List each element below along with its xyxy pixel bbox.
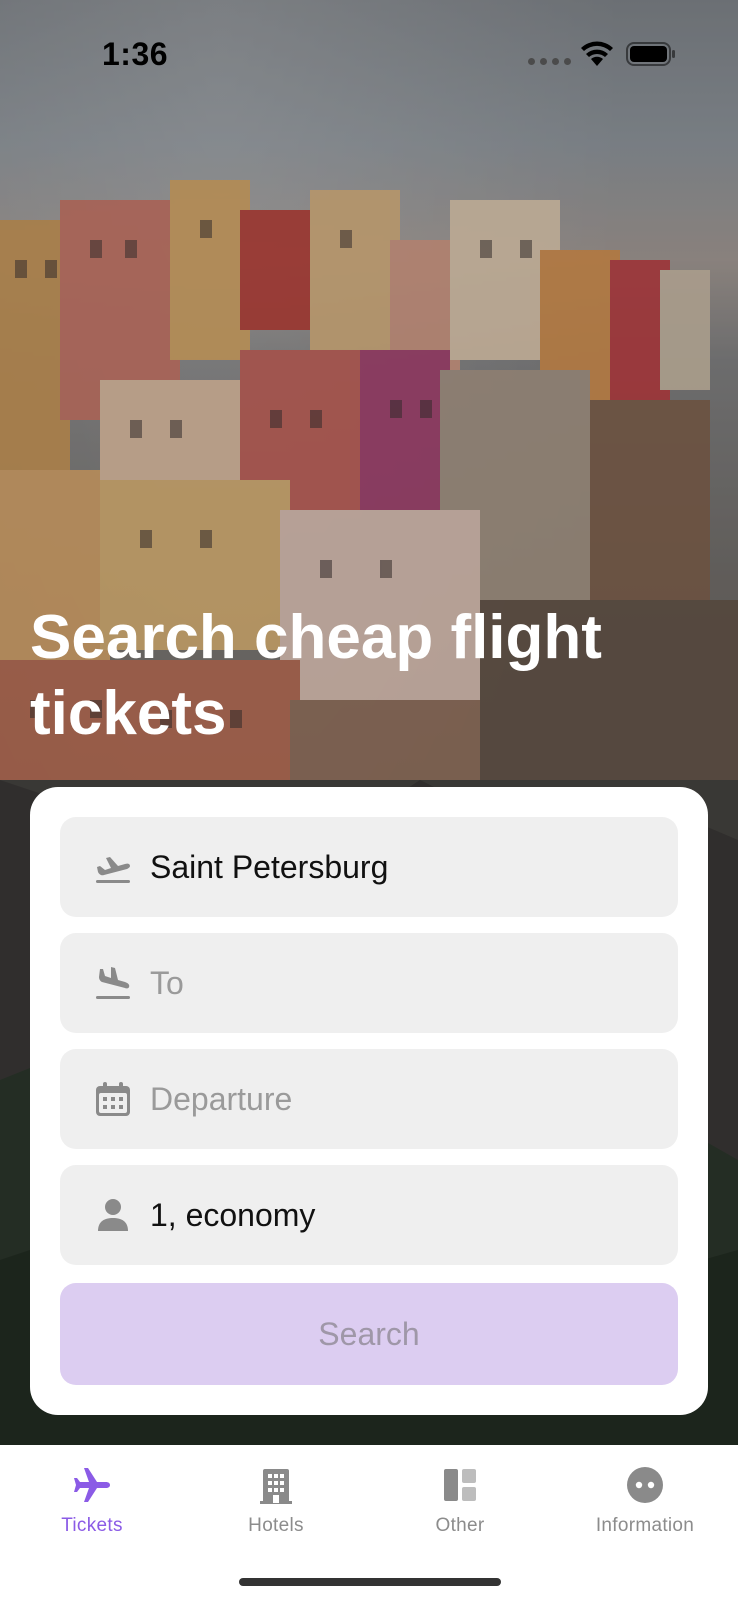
tab-label: Information	[595, 1515, 695, 1536]
from-value: Saint Petersburg	[150, 849, 389, 885]
to-placeholder: To	[150, 965, 184, 1001]
tab-label: Tickets	[61, 1515, 123, 1536]
status-time: 1:36	[102, 36, 169, 72]
plane-arrival-icon	[96, 967, 130, 999]
page-title: Search cheap flight tickets	[30, 603, 602, 748]
status-bar: 1:36	[0, 0, 738, 110]
building-icon	[260, 1469, 292, 1504]
plane-departure-icon	[96, 857, 130, 883]
from-field[interactable]: Saint Petersburg	[60, 817, 678, 917]
search-form-card: Saint Petersburg To Departure 1, economy…	[30, 787, 708, 1415]
passengers-field[interactable]: 1, economy	[60, 1165, 678, 1265]
search-button[interactable]: Search	[60, 1283, 678, 1385]
grid-icon	[444, 1469, 476, 1501]
home-indicator[interactable]	[239, 1578, 501, 1586]
departure-date-field[interactable]: Departure	[60, 1049, 678, 1149]
tab-label: Other	[435, 1515, 485, 1536]
signal-dots-icon	[528, 58, 571, 65]
battery-icon	[626, 42, 675, 66]
departure-placeholder: Departure	[150, 1081, 293, 1117]
plane-icon	[74, 1468, 110, 1502]
tab-hotels[interactable]: Hotels	[184, 1459, 368, 1554]
tab-bar: Tickets Hotels Other Information	[0, 1445, 738, 1600]
passengers-value: 1, economy	[150, 1197, 316, 1233]
person-icon	[98, 1199, 128, 1231]
calendar-icon	[96, 1082, 130, 1116]
app-screen: 1:36 Search cheap flight tickets Saint P…	[0, 0, 738, 1600]
wifi-icon	[581, 41, 613, 66]
tab-information[interactable]: Information	[553, 1459, 737, 1554]
to-field[interactable]: To	[60, 933, 678, 1033]
info-chat-icon	[627, 1467, 663, 1503]
tab-tickets[interactable]: Tickets	[0, 1459, 184, 1554]
tab-label: Hotels	[248, 1515, 304, 1536]
tab-other[interactable]: Other	[368, 1459, 552, 1554]
